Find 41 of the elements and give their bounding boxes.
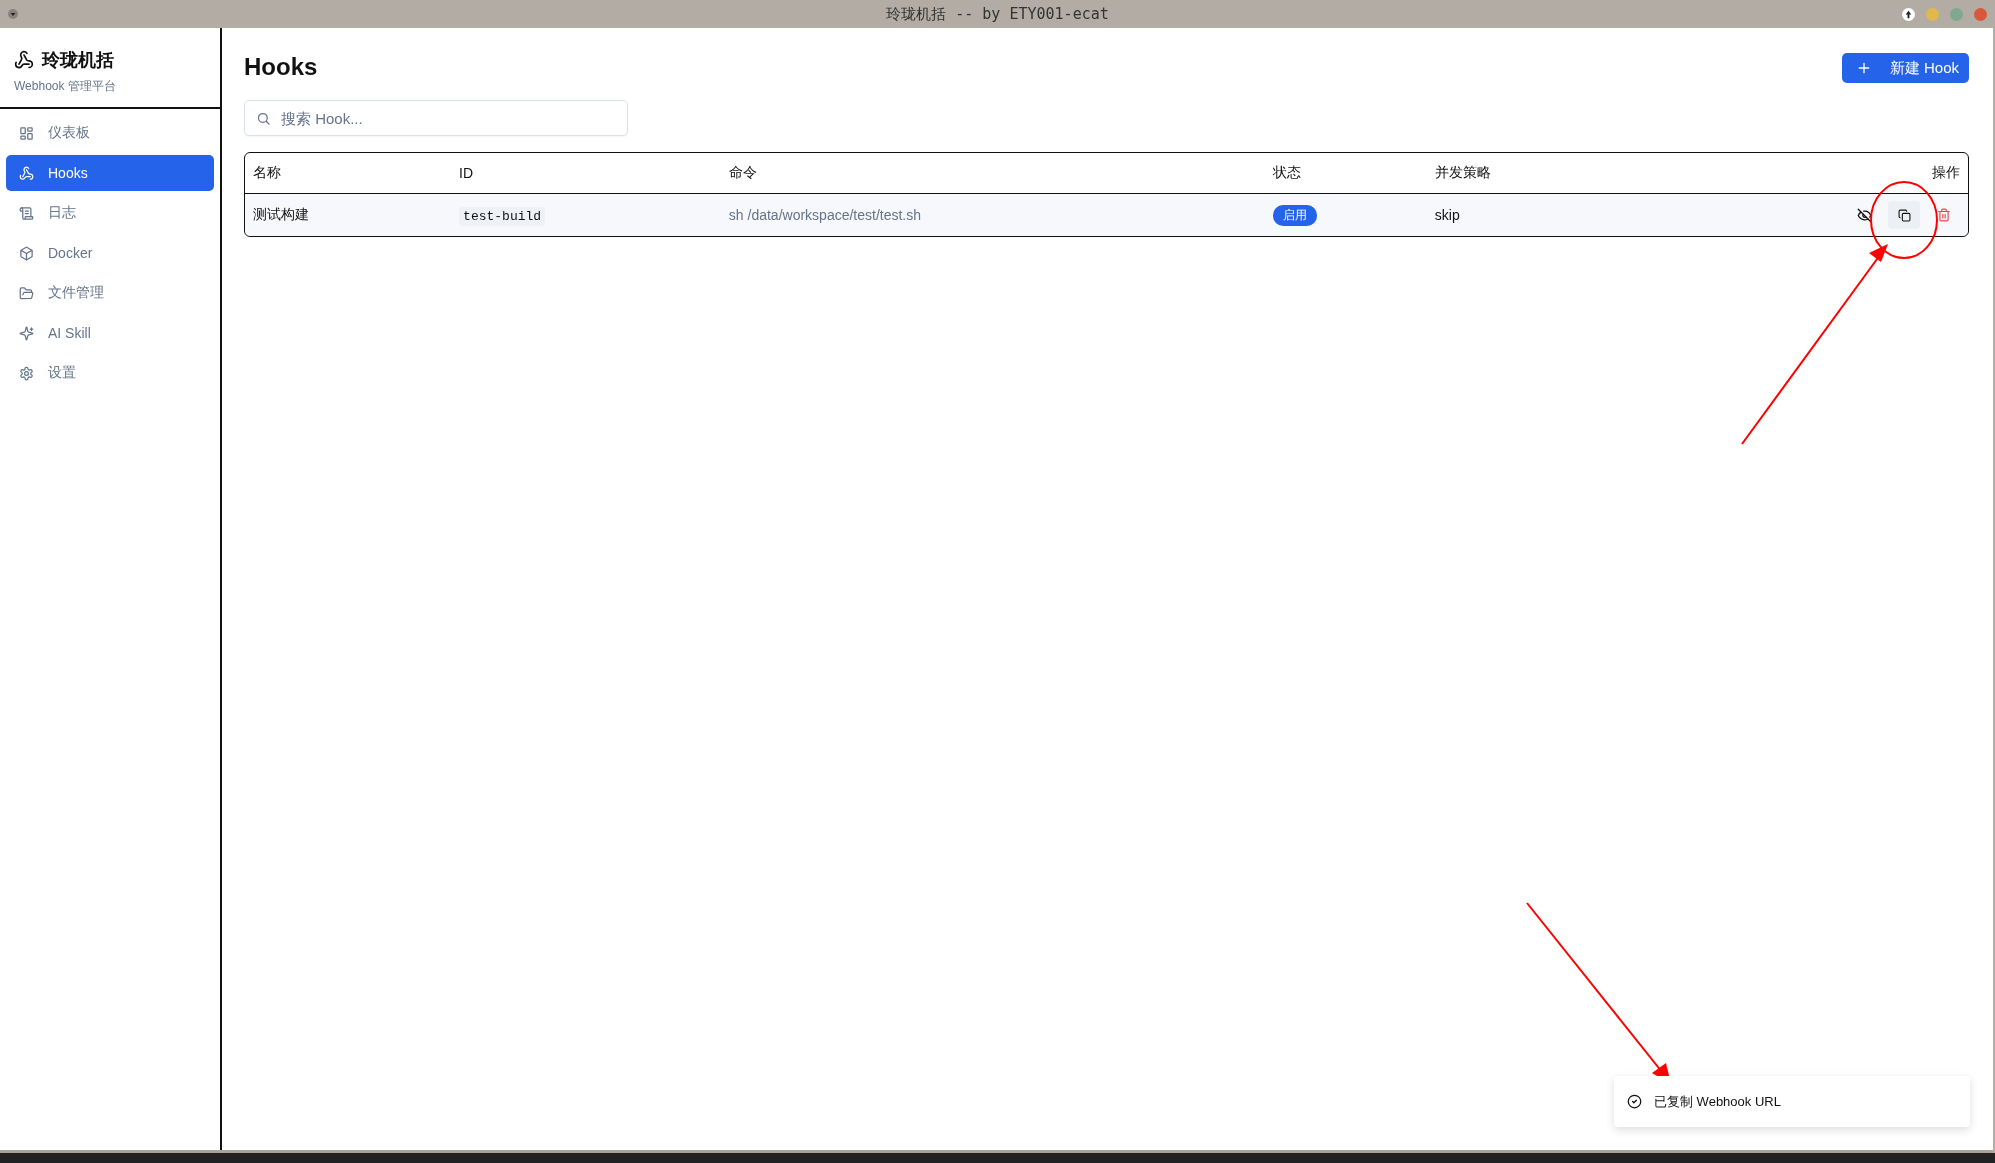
hook-id: test-build xyxy=(459,206,546,226)
status-badge: 启用 xyxy=(1272,204,1317,226)
column-header: 状态 xyxy=(1272,164,1301,180)
sparkles-icon xyxy=(19,325,34,341)
app-name: 玲珑机括 xyxy=(42,49,114,72)
box-icon xyxy=(19,245,34,261)
column-header: 命令 xyxy=(728,164,757,180)
nav-item[interactable]: 日志 xyxy=(6,195,214,231)
new-hook-button[interactable]: 新建 Hook xyxy=(1841,53,1969,83)
hook-command: sh /data/workspace/test/test.sh xyxy=(728,207,922,223)
trash-icon xyxy=(1937,208,1951,222)
nav-item[interactable]: Docker xyxy=(6,235,214,271)
window-title: 玲珑机括 -- by ETY001-ecat xyxy=(886,4,1109,23)
webhook-icon xyxy=(19,165,34,181)
check-circle-icon xyxy=(1627,1094,1642,1109)
folder-icon xyxy=(19,285,34,301)
menu-caret-icon[interactable] xyxy=(8,9,18,19)
column-header: 名称 xyxy=(253,164,281,180)
column-header: 操作 xyxy=(1932,164,1960,180)
eye-off-icon xyxy=(1856,207,1872,223)
page-title: Hooks xyxy=(244,53,318,81)
copy-icon xyxy=(1897,208,1911,222)
app-subtitle: Webhook 管理平台 xyxy=(14,78,117,95)
nav-item[interactable]: 文件管理 xyxy=(6,275,214,311)
nav-item[interactable]: Hooks xyxy=(6,155,214,191)
concurrency-policy: skip xyxy=(1434,207,1460,223)
scroll-icon xyxy=(19,205,34,221)
column-header: ID xyxy=(459,165,474,181)
hook-name: 测试构建 xyxy=(253,206,309,222)
nav-item[interactable]: 仪表板 xyxy=(6,115,214,151)
up-arrow-icon[interactable] xyxy=(1902,7,1915,21)
nav-item[interactable]: AI Skill xyxy=(6,315,214,351)
toast-message: 已复制 Webhook URL xyxy=(1654,1092,1781,1111)
nav-item[interactable]: 设置 xyxy=(6,355,214,391)
settings-icon xyxy=(19,365,34,381)
copy-button[interactable] xyxy=(1888,201,1920,229)
grid-icon xyxy=(19,125,34,141)
column-header: 并发策略 xyxy=(1434,164,1491,180)
webhook-icon xyxy=(14,50,34,70)
search-field[interactable]: 搜索 Hook... xyxy=(244,100,628,136)
search-icon xyxy=(256,111,271,126)
